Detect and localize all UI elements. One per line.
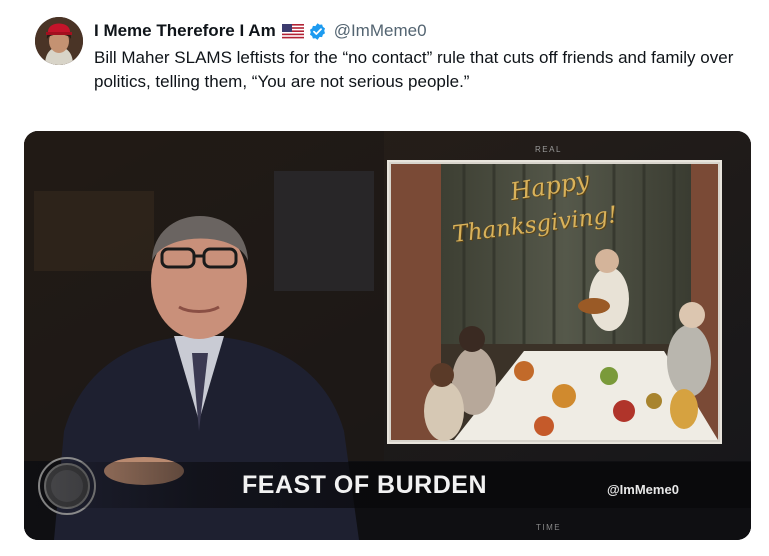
screen-label-bottom: TIME: [536, 523, 562, 532]
display-name[interactable]: I Meme Therefore I Am: [94, 21, 276, 41]
video-caption: FEAST OF BURDEN: [242, 471, 487, 499]
screen-label-top: REAL: [535, 145, 562, 154]
tweet-text: Bill Maher SLAMS leftists for the “no co…: [94, 48, 734, 91]
tweet-header: I Meme Therefore I Am @ImMeme0: [94, 20, 427, 42]
video-watermark: @ImMeme0: [607, 482, 679, 497]
verified-badge-icon: [308, 22, 327, 41]
avatar[interactable]: [35, 17, 83, 65]
avatar-image: [35, 17, 83, 65]
tweet-video[interactable]: FEAST OF BURDEN @ImMeme0: [24, 131, 751, 540]
handle[interactable]: @ImMeme0: [334, 21, 427, 41]
us-flag-icon: [281, 23, 304, 39]
